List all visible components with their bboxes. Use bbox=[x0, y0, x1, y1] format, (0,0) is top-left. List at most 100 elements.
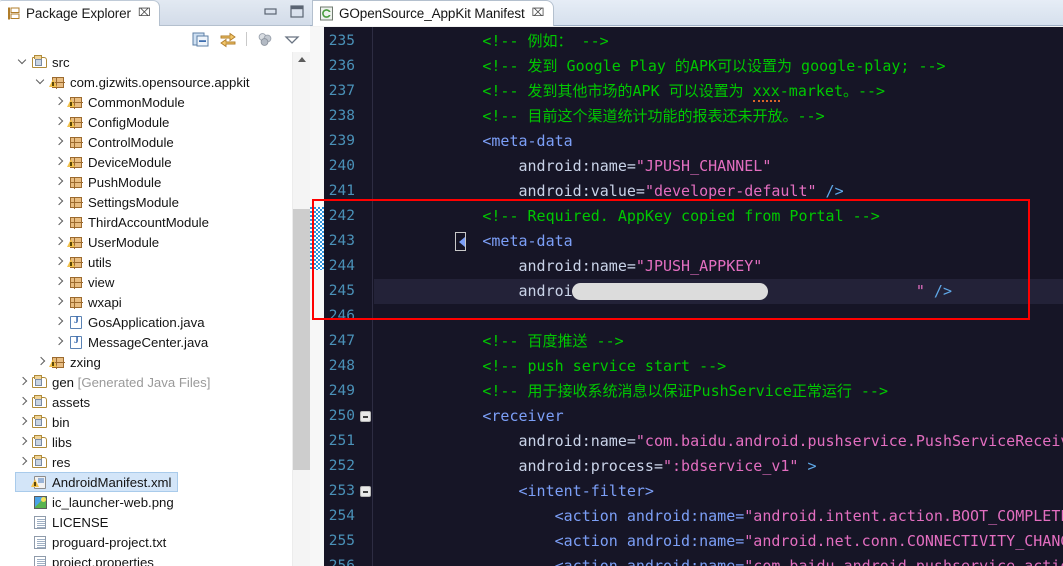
tree-item-label: DeviceModule bbox=[88, 155, 172, 170]
code-line[interactable]: <receiver bbox=[374, 404, 1063, 429]
fold-collapse-icon[interactable] bbox=[360, 411, 371, 422]
code-line[interactable]: <!-- 百度推送 --> bbox=[374, 329, 1063, 354]
tree-item-utils[interactable]: utils bbox=[52, 252, 111, 272]
tree-item-res[interactable]: res bbox=[16, 452, 70, 472]
tree-item-devicemodule[interactable]: DeviceModule bbox=[52, 152, 172, 172]
package-icon bbox=[49, 354, 67, 370]
chevron-down-icon[interactable] bbox=[16, 54, 31, 70]
editor-vertical-scrollbar[interactable] bbox=[310, 27, 324, 566]
package-explorer-scrollbar[interactable] bbox=[292, 52, 310, 566]
tree-item-ic-launcher-web-png[interactable]: ic_launcher-web.png bbox=[16, 492, 174, 512]
chevron-right-icon[interactable] bbox=[34, 354, 49, 370]
tree-item-gosapplication-java[interactable]: GosApplication.java bbox=[52, 312, 205, 332]
chevron-right-icon[interactable] bbox=[52, 94, 67, 110]
package-icon bbox=[67, 234, 85, 250]
chevron-right-icon[interactable] bbox=[52, 314, 67, 330]
code-line[interactable]: <!-- push service start --> bbox=[374, 354, 1063, 379]
close-icon[interactable]: ⌧ bbox=[532, 8, 545, 19]
view-menu-chevron-down-icon[interactable] bbox=[283, 31, 301, 48]
tree-item-usermodule[interactable]: UserModule bbox=[52, 232, 159, 252]
tree-item-src[interactable]: src bbox=[16, 52, 70, 72]
tree-item-license[interactable]: LICENSE bbox=[16, 512, 108, 532]
chevron-right-icon[interactable] bbox=[52, 114, 67, 130]
tree-item-settingsmodule[interactable]: SettingsModule bbox=[52, 192, 179, 212]
code-line[interactable]: <!-- 例如： --> bbox=[374, 29, 1063, 54]
chevron-right-icon[interactable] bbox=[16, 394, 31, 410]
code-line[interactable]: <action android:name="android.intent.act… bbox=[374, 504, 1063, 529]
tree-item-androidmanifest-xml[interactable]: AndroidManifest.xml bbox=[15, 472, 178, 492]
chevron-right-icon[interactable] bbox=[52, 214, 67, 230]
line-number: 256 bbox=[329, 554, 355, 566]
code-token: <!-- 用于接收系统消息以保证PushService正常运行 --> bbox=[482, 382, 888, 400]
tree-item-bin[interactable]: bin bbox=[16, 412, 70, 432]
code-line[interactable]: <meta-data bbox=[374, 229, 1063, 254]
tree-item-zxing[interactable]: zxing bbox=[34, 352, 101, 372]
chevron-right-icon[interactable] bbox=[52, 234, 67, 250]
tree-item-messagecenter-java[interactable]: MessageCenter.java bbox=[52, 332, 208, 352]
scrollbar-thumb[interactable] bbox=[310, 207, 324, 270]
code-line[interactable]: <intent-filter> bbox=[374, 479, 1063, 504]
code-line[interactable]: <!-- 发到其他市场的APK 可以设置为 xxx-market。--> bbox=[374, 79, 1063, 104]
code-line[interactable]: android:name="JPUSH_APPKEY" bbox=[374, 254, 1063, 279]
chevron-right-icon[interactable] bbox=[16, 434, 31, 450]
chevron-right-icon[interactable] bbox=[16, 374, 31, 390]
code-line[interactable]: android:name="JPUSH_CHANNEL" bbox=[374, 154, 1063, 179]
chevron-right-icon[interactable] bbox=[52, 174, 67, 190]
code-line[interactable]: <!-- 发到 Google Play 的APK可以设置为 google-pla… bbox=[374, 54, 1063, 79]
code-line[interactable]: <meta-data bbox=[374, 129, 1063, 154]
chevron-right-icon[interactable] bbox=[52, 134, 67, 150]
tree-item-configmodule[interactable]: ConfigModule bbox=[52, 112, 169, 132]
tree-item-view[interactable]: view bbox=[52, 272, 114, 292]
tree-item-controlmodule[interactable]: ControlModule bbox=[52, 132, 174, 152]
tree-item-com-gizwits-opensource-appkit[interactable]: com.gizwits.opensource.appkit bbox=[34, 72, 250, 92]
code-token bbox=[374, 382, 482, 400]
code-line[interactable]: android:value="developer-default" /> bbox=[374, 179, 1063, 204]
chevron-right-icon[interactable] bbox=[52, 154, 67, 170]
scrollbar-thumb[interactable] bbox=[293, 209, 311, 470]
tree-item-assets[interactable]: assets bbox=[16, 392, 90, 412]
code-line[interactable]: android:process=":bdservice_v1" > bbox=[374, 454, 1063, 479]
tree-item-libs[interactable]: libs bbox=[16, 432, 72, 452]
chevron-right-icon[interactable] bbox=[52, 294, 67, 310]
code-line[interactable]: <action android:name="com.baidu.android.… bbox=[374, 554, 1063, 566]
minimize-icon[interactable] bbox=[263, 4, 280, 19]
java-icon bbox=[67, 334, 85, 350]
focus-on-active-task-icon[interactable] bbox=[256, 31, 274, 48]
code-line[interactable]: <!-- Required. AppKey copied from Portal… bbox=[374, 204, 1063, 229]
code-token: <!-- 目前这个渠道统计功能的报表还未开放。--> bbox=[482, 107, 824, 125]
close-icon[interactable]: ⌧ bbox=[138, 8, 151, 19]
link-with-editor-icon[interactable] bbox=[219, 31, 237, 48]
tab-gopensource-appkit-manifest[interactable]: GOpenSource_AppKit Manifest ⌧ bbox=[312, 0, 554, 26]
code-view[interactable]: 2352362372382392402412422432442452462472… bbox=[310, 27, 1063, 566]
chevron-right-icon[interactable] bbox=[52, 254, 67, 270]
tree-item-project-properties[interactable]: project.properties bbox=[16, 552, 154, 566]
chevron-right-icon[interactable] bbox=[16, 414, 31, 430]
code-token: "android.intent.action.BOOT_COMPLETED" bbox=[744, 507, 1063, 525]
scroll-up-arrow-icon[interactable] bbox=[298, 57, 306, 62]
chevron-down-icon[interactable] bbox=[34, 74, 49, 90]
line-number: 236 bbox=[329, 54, 355, 79]
tree-item-proguard-project-txt[interactable]: proguard-project.txt bbox=[16, 532, 166, 552]
tree-item-wxapi[interactable]: wxapi bbox=[52, 292, 122, 312]
chevron-right-icon[interactable] bbox=[52, 334, 67, 350]
line-number: 241 bbox=[329, 179, 355, 204]
fold-collapse-icon[interactable] bbox=[360, 486, 371, 497]
tree-item-thirdaccountmodule[interactable]: ThirdAccountModule bbox=[52, 212, 209, 232]
code-line[interactable] bbox=[374, 304, 1063, 329]
tree-item-pushmodule[interactable]: PushModule bbox=[52, 172, 161, 192]
project-tree[interactable]: srccom.gizwits.opensource.appkitCommonMo… bbox=[0, 52, 292, 566]
tab-package-explorer[interactable]: Package Explorer ⌧ bbox=[0, 0, 160, 26]
chevron-right-icon[interactable] bbox=[52, 194, 67, 210]
code-line[interactable]: <!-- 目前这个渠道统计功能的报表还未开放。--> bbox=[374, 104, 1063, 129]
code-token bbox=[374, 282, 519, 300]
chevron-right-icon[interactable] bbox=[52, 274, 67, 290]
code-line[interactable]: android:name="com.baidu.android.pushserv… bbox=[374, 429, 1063, 454]
chevron-right-icon[interactable] bbox=[16, 454, 31, 470]
collapse-all-icon[interactable] bbox=[192, 31, 210, 48]
maximize-icon[interactable] bbox=[289, 4, 306, 19]
tree-item-label: SettingsModule bbox=[88, 195, 179, 210]
code-line[interactable]: <action android:name="android.net.conn.C… bbox=[374, 529, 1063, 554]
code-line[interactable]: <!-- 用于接收系统消息以保证PushService正常运行 --> bbox=[374, 379, 1063, 404]
tree-item-commonmodule[interactable]: CommonModule bbox=[52, 92, 185, 112]
tree-item-gen[interactable]: gen [Generated Java Files] bbox=[16, 372, 210, 392]
